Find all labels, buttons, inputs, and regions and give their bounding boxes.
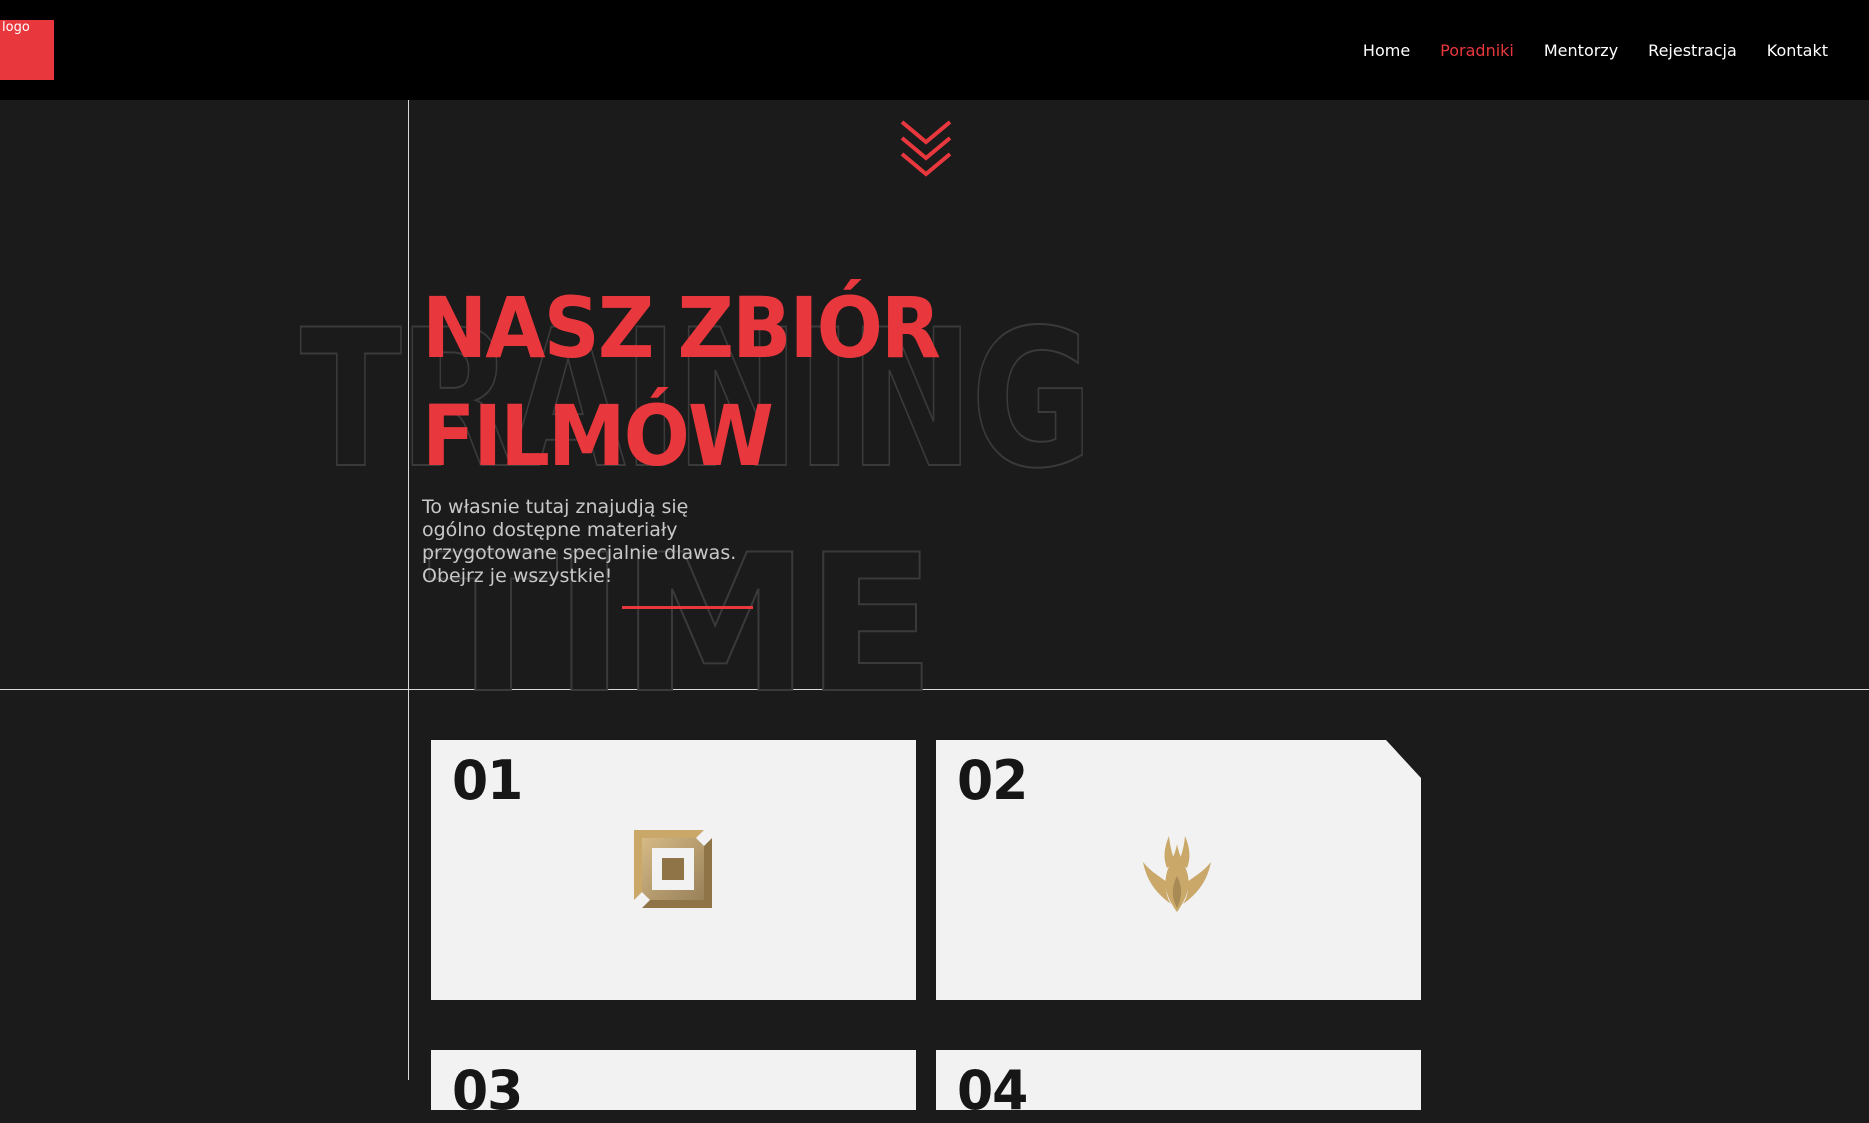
video-card-04[interactable]: 04 xyxy=(936,1050,1421,1119)
nav-item-rejestracja[interactable]: Rejestracja xyxy=(1648,41,1737,60)
nav-item-poradniki[interactable]: Poradniki xyxy=(1440,41,1514,60)
nav-item-kontakt[interactable]: Kontakt xyxy=(1767,41,1828,60)
card-number: 03 xyxy=(452,1059,523,1123)
video-card-03[interactable]: 03 xyxy=(431,1050,916,1119)
valorant-rank-square-icon xyxy=(634,830,712,908)
title-line-1: NASZ ZBIÓR xyxy=(422,280,941,378)
nav-item-mentorzy[interactable]: Mentorzy xyxy=(1544,41,1618,60)
card-number: 04 xyxy=(957,1059,1028,1123)
logo[interactable]: logo xyxy=(0,20,54,80)
scroll-down-chevrons-icon[interactable] xyxy=(900,118,952,182)
accent-underline xyxy=(622,606,753,609)
card-number: 01 xyxy=(452,749,523,813)
gold-flame-emblem-icon xyxy=(1143,836,1211,912)
card-number: 02 xyxy=(957,749,1028,813)
page-title: NASZ ZBIÓR FILMÓW xyxy=(422,275,941,491)
video-card-01[interactable]: 01 xyxy=(431,740,916,1000)
video-card-02[interactable]: 02 xyxy=(936,740,1421,1000)
logo-alt-text: logo xyxy=(2,20,30,35)
main-nav: Home Poradniki Mentorzy Rejestracja Kont… xyxy=(1363,0,1828,100)
top-navigation-bar: logo Home Poradniki Mentorzy Rejestracja… xyxy=(0,0,1869,100)
title-line-2: FILMÓW xyxy=(422,388,774,486)
hero-description: To własnie tutaj znajudją się ogólno dos… xyxy=(422,496,737,587)
nav-item-home[interactable]: Home xyxy=(1363,41,1410,60)
